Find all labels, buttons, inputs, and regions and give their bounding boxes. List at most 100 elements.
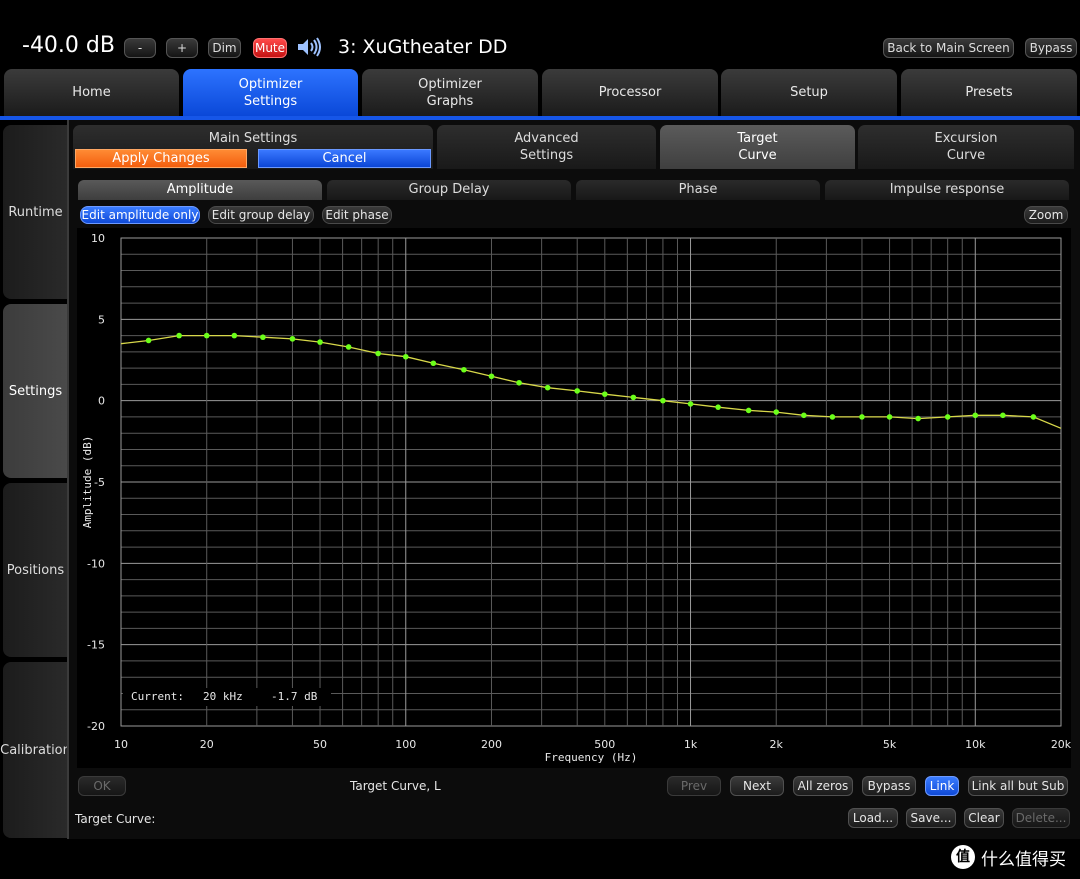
control-point: [461, 366, 467, 373]
zoom-button[interactable]: Zoom: [1024, 206, 1068, 224]
y-axis-label: Amplitude (dB): [81, 436, 94, 529]
control-point: [972, 412, 979, 419]
tab-presets[interactable]: Presets: [901, 69, 1077, 116]
cursor-readout: Current: 20 kHz -1.7 dB: [123, 688, 331, 706]
sidetab-settings[interactable]: Settings: [3, 304, 68, 478]
sidetab-runtime[interactable]: Runtime: [3, 125, 68, 299]
control-point: [944, 414, 951, 420]
control-point: [745, 407, 752, 414]
link-button[interactable]: Link: [925, 776, 959, 796]
volume-readout: -40.0 dB: [22, 33, 115, 58]
sidetab-positions[interactable]: Positions: [3, 483, 68, 657]
all-zeros-button[interactable]: All zeros: [793, 776, 853, 796]
sidetab-calibration[interactable]: Calibration: [0, 662, 71, 838]
tab-setup[interactable]: Setup: [721, 69, 897, 116]
mute-button[interactable]: Mute: [253, 38, 287, 58]
x-tick-label: 20: [200, 738, 214, 751]
y-tick-label: 5: [98, 313, 105, 326]
graph-tab-amplitude[interactable]: Amplitude: [78, 180, 322, 200]
control-point: [715, 404, 721, 410]
control-point: [488, 373, 495, 380]
x-tick-label: 50: [313, 738, 327, 751]
control-point: [630, 394, 637, 401]
control-point: [544, 384, 551, 391]
load-button[interactable]: Load...: [848, 808, 898, 828]
volume-down-button[interactable]: -: [124, 38, 156, 58]
watermark: 值 什么值得买: [951, 844, 1066, 870]
control-point: [402, 353, 409, 360]
top-status-bar: -40.0 dB - + Dim Mute 3: XuGtheater DD B…: [0, 0, 1080, 68]
edit-phase-button[interactable]: Edit phase: [322, 206, 392, 224]
subtab-advanced-settings[interactable]: Advanced Settings: [437, 125, 656, 169]
control-point: [886, 414, 893, 420]
y-tick-label: -15: [87, 639, 105, 652]
apply-changes-button[interactable]: Apply Changes: [75, 149, 247, 168]
subtab-target-curve[interactable]: Target Curve: [660, 125, 855, 169]
volume-up-button[interactable]: +: [166, 38, 198, 58]
prev-button[interactable]: Prev: [667, 776, 721, 796]
cancel-button[interactable]: Cancel: [258, 149, 431, 168]
speaker-icon[interactable]: [297, 37, 323, 57]
x-tick-label: 5k: [883, 738, 897, 751]
control-point: [859, 414, 865, 420]
clear-button[interactable]: Clear: [964, 808, 1004, 828]
x-tick-label: 10: [114, 738, 128, 751]
ok-button[interactable]: OK: [78, 776, 126, 796]
control-point: [289, 336, 296, 342]
readout-value: -1.7 dB: [271, 690, 318, 703]
watermark-text: 什么值得买: [981, 849, 1066, 870]
bypass-toggle-button[interactable]: Bypass: [1025, 38, 1077, 58]
back-to-main-button[interactable]: Back to Main Screen: [883, 38, 1014, 58]
watermark-logo-icon: 值: [951, 845, 975, 869]
readout-label: Current:: [131, 690, 184, 703]
control-point: [145, 337, 152, 344]
control-point: [345, 344, 352, 350]
y-tick-label: -5: [94, 476, 105, 489]
next-button[interactable]: Next: [730, 776, 784, 796]
control-point: [1000, 412, 1006, 419]
y-tick-label: -10: [87, 557, 105, 570]
target-curve-label: Target Curve:: [75, 812, 156, 826]
subtab-excursion-curve[interactable]: Excursion Curve: [858, 125, 1074, 169]
curve-name: Target Curve, L: [350, 779, 441, 793]
link-all-but-sub-button[interactable]: Link all but Sub: [968, 776, 1068, 796]
graph-tab-group-delay[interactable]: Group Delay: [327, 180, 571, 200]
control-point: [829, 414, 836, 420]
control-point: [660, 397, 666, 404]
amplitude-chart[interactable]: 10 5 0 -5 -10 -15 -20 10 20 50 100 200 500 1k 2k 5k 10k 2…: [77, 228, 1071, 768]
delete-button[interactable]: Delete...: [1012, 808, 1070, 828]
bypass-button[interactable]: Bypass: [862, 776, 916, 796]
save-button[interactable]: Save...: [906, 808, 956, 828]
control-point: [231, 332, 238, 339]
control-point: [574, 388, 581, 394]
main-settings-label: Main Settings: [208, 131, 298, 146]
amplitude-chart-svg[interactable]: 1050-5-10-15-2010 20 50 100 200 500 1k 2k 5k 10k 2…: [77, 228, 1071, 768]
x-tick-label: 200: [481, 738, 502, 751]
control-point: [601, 391, 608, 397]
edit-amplitude-only-button[interactable]: Edit amplitude only: [80, 206, 200, 224]
x-axis-label: Frequency (Hz): [545, 751, 638, 764]
control-point: [203, 332, 210, 339]
control-point: [375, 350, 381, 357]
tab-optimizer-settings[interactable]: Optimizer Settings: [183, 69, 358, 116]
control-point: [1030, 414, 1037, 420]
tab-optimizer-graphs[interactable]: Optimizer Graphs: [362, 69, 538, 116]
control-point: [687, 401, 694, 407]
control-point: [317, 339, 323, 345]
graph-tab-phase[interactable]: Phase: [576, 180, 820, 200]
control-point: [801, 412, 807, 419]
panel-divider: [67, 120, 69, 839]
control-point: [915, 415, 921, 422]
x-tick-label: 100: [395, 738, 416, 751]
tab-home[interactable]: Home: [4, 69, 179, 116]
x-tick-label: 10k: [965, 738, 986, 751]
control-point: [176, 332, 182, 339]
control-point: [430, 360, 437, 367]
y-tick-label: 10: [91, 232, 105, 245]
graph-tab-impulse-response[interactable]: Impulse response: [825, 180, 1069, 200]
tab-processor[interactable]: Processor: [542, 69, 718, 116]
y-tick-label: 0: [98, 395, 105, 408]
dim-button[interactable]: Dim: [208, 38, 241, 58]
edit-group-delay-button[interactable]: Edit group delay: [208, 206, 314, 224]
x-tick-label: 2k: [770, 738, 784, 751]
